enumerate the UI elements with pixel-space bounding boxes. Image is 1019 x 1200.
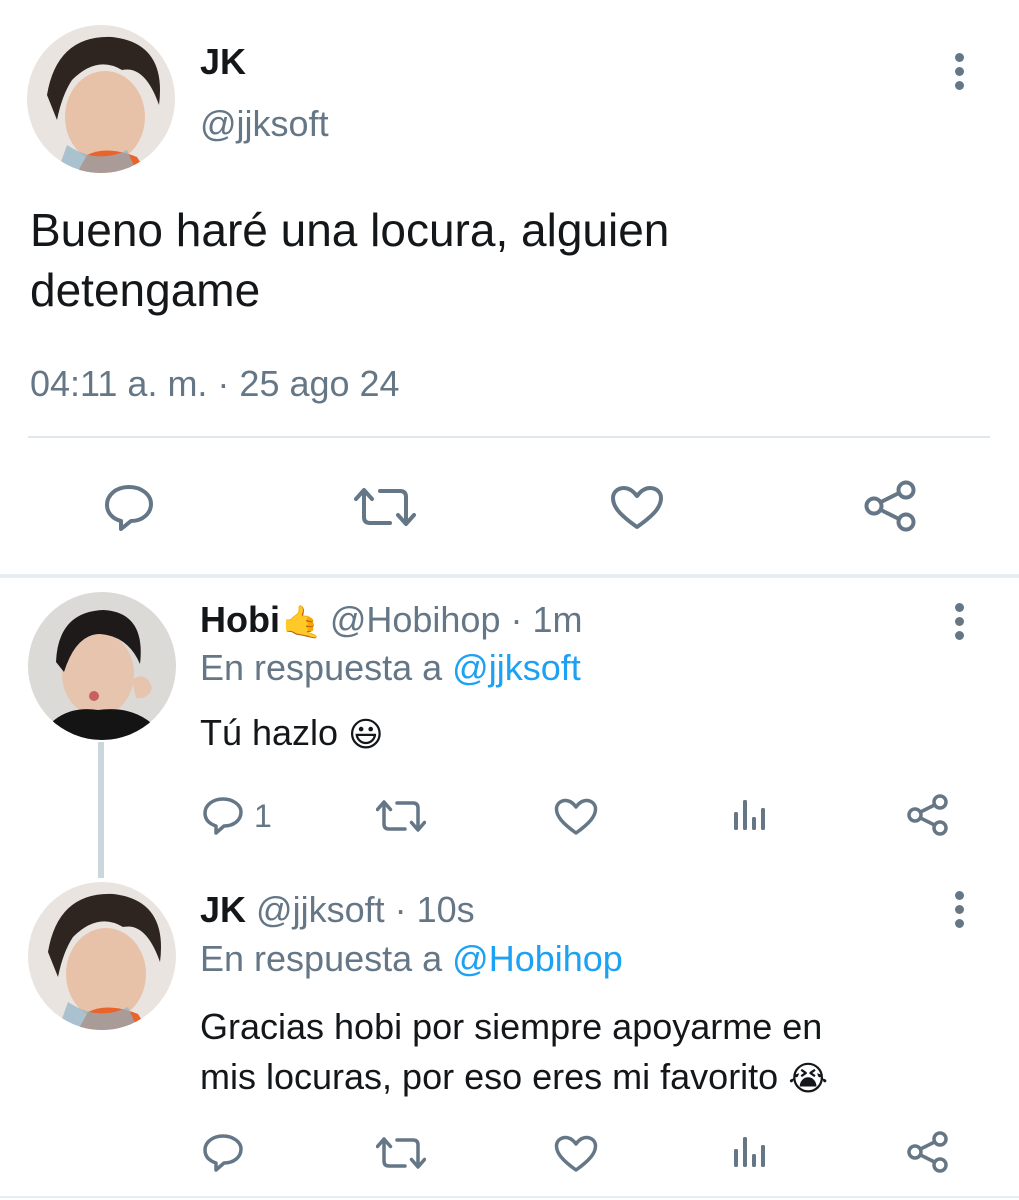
- author-display-name[interactable]: JK: [200, 40, 246, 84]
- tweet-text-line: detengame: [30, 264, 261, 316]
- reply-header: JK @jjksoft · 10s: [200, 888, 475, 932]
- reply-display-name[interactable]: Hobi: [200, 599, 280, 640]
- tweet-text: Bueno haré una locura, alguien detengame: [30, 200, 669, 320]
- grinning-face-emoji: 😃: [348, 716, 384, 755]
- replying-to-link[interactable]: @jjksoft: [452, 647, 581, 688]
- like-icon[interactable]: [610, 485, 664, 531]
- retweet-icon[interactable]: [376, 1135, 426, 1171]
- reply-icon[interactable]: [202, 1133, 244, 1173]
- reply-count: 1: [254, 798, 272, 834]
- loudly-crying-face-emoji: 😭: [788, 1060, 828, 1099]
- divider: [28, 436, 990, 438]
- section-separator: [0, 574, 1019, 578]
- reply-text-line: Gracias hobi por siempre apoyarme en: [200, 1006, 823, 1047]
- thread-connector: [98, 742, 104, 878]
- analytics-icon[interactable]: [732, 1135, 770, 1169]
- more-options-icon[interactable]: [944, 598, 974, 648]
- replying-to: En respuesta a @jjksoft: [200, 646, 581, 690]
- like-icon[interactable]: [554, 1135, 598, 1173]
- avatar-jk[interactable]: [28, 882, 176, 1030]
- author-handle[interactable]: @jjksoft: [200, 102, 329, 146]
- reply-time[interactable]: · 1m: [500, 599, 582, 640]
- call-me-hand-emoji: 🤙: [281, 604, 322, 641]
- reply-display-name[interactable]: JK: [200, 889, 246, 930]
- more-options-icon[interactable]: [944, 886, 974, 936]
- reply-text-content: mis locuras, por eso eres mi favorito: [200, 1056, 789, 1097]
- reply-icon[interactable]: [103, 483, 155, 531]
- reply-text-content: Tú hazlo: [200, 712, 349, 753]
- reply-handle[interactable]: @jjksoft: [256, 889, 385, 930]
- analytics-icon[interactable]: [732, 798, 770, 832]
- reply-text-line-2: mis locuras, por eso eres mi favorito 😭: [200, 1052, 828, 1104]
- like-icon[interactable]: [554, 798, 598, 836]
- avatar-jk[interactable]: [27, 25, 175, 173]
- tweet-text-line: Bueno haré una locura, alguien: [30, 204, 670, 256]
- replying-to-label: En respuesta a: [200, 938, 453, 979]
- share-icon[interactable]: [906, 794, 950, 836]
- retweet-icon[interactable]: [376, 798, 426, 834]
- reply-icon[interactable]: [202, 796, 244, 836]
- reply-time[interactable]: · 10s: [385, 889, 475, 930]
- share-icon[interactable]: [906, 1131, 950, 1173]
- replying-to-link[interactable]: @Hobihop: [452, 938, 623, 979]
- replying-to-label: En respuesta a: [200, 647, 453, 688]
- bottom-divider: [0, 1196, 1019, 1198]
- more-options-icon[interactable]: [944, 48, 974, 98]
- share-icon[interactable]: [863, 480, 919, 532]
- reply-header: Hobi🤙 @Hobihop · 1m: [200, 598, 583, 644]
- retweet-icon[interactable]: [354, 485, 416, 529]
- reply-text: Gracias hobi por siempre apoyarme en mis…: [200, 1002, 828, 1104]
- avatar-hobi[interactable]: [28, 592, 176, 740]
- tweet-timestamp[interactable]: 04:11 a. m. · 25 ago 24: [30, 362, 400, 406]
- reply-text: Tú hazlo 😃: [200, 711, 384, 757]
- reply-handle[interactable]: @Hobihop: [330, 599, 501, 640]
- replying-to: En respuesta a @Hobihop: [200, 937, 623, 981]
